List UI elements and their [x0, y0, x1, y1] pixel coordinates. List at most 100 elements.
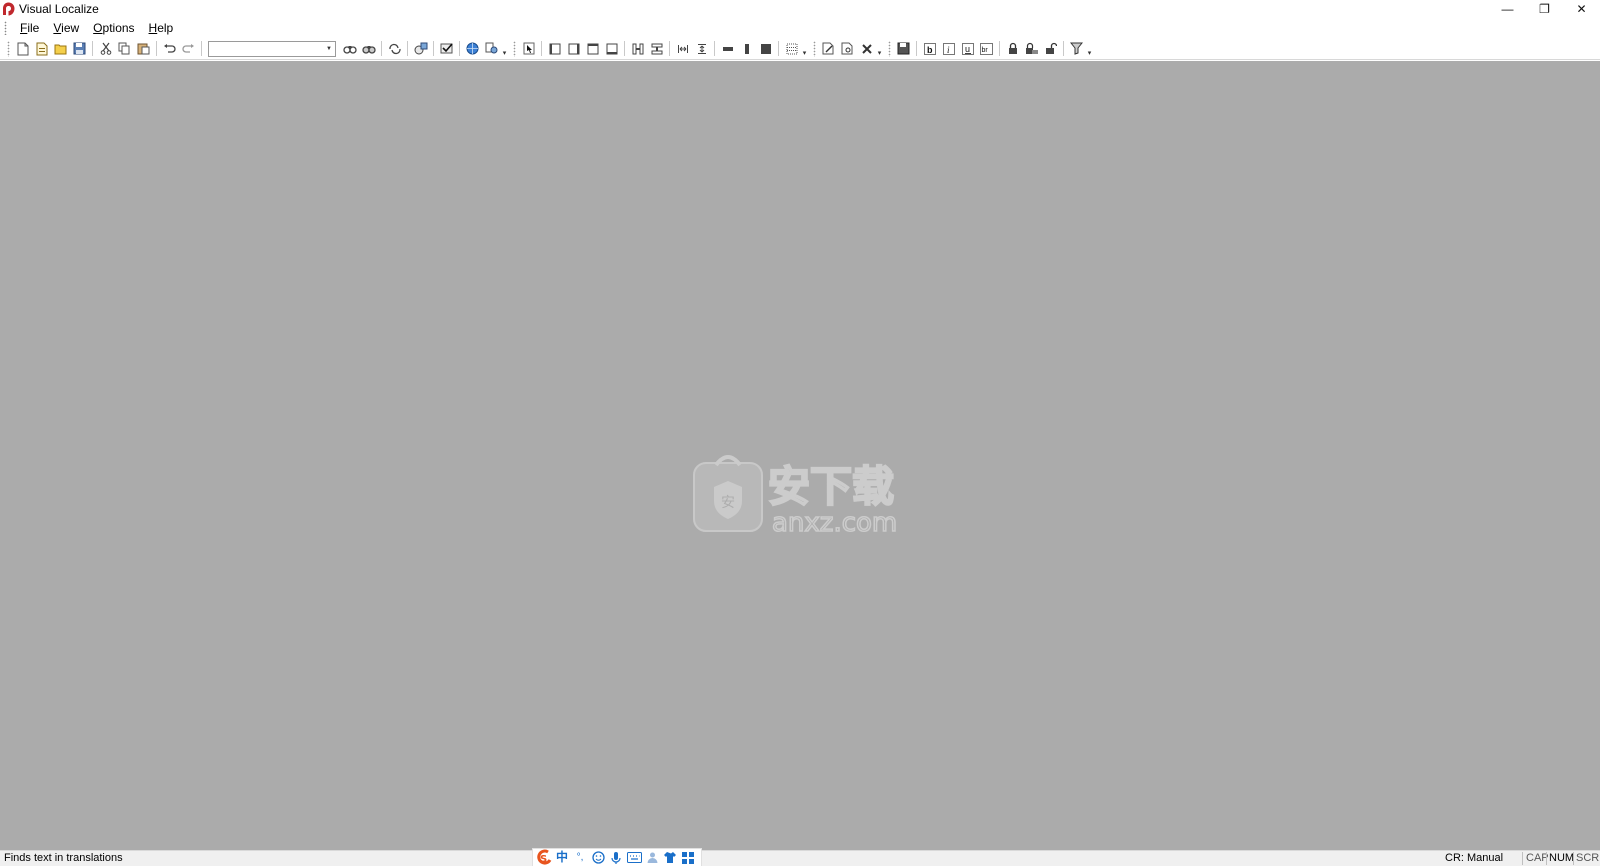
- toolbar-separator: [381, 41, 382, 56]
- same-width-icon[interactable]: [719, 40, 737, 58]
- copy-icon[interactable]: [116, 40, 134, 58]
- workspace-area: 安 安下载 anxz.com: [0, 61, 1600, 850]
- toolbar-overflow-icon[interactable]: ▾: [876, 40, 883, 58]
- toolbar-separator: [778, 41, 779, 56]
- menubar-grip[interactable]: [4, 21, 7, 35]
- ime-toolbar[interactable]: S 中 °,: [532, 848, 702, 866]
- skin-shirt-icon[interactable]: [661, 850, 679, 866]
- title-bar: Visual Localize — ❐ ✕: [0, 0, 1600, 18]
- ime-punctuation-indicator[interactable]: °,: [571, 850, 589, 866]
- toolbar-grip[interactable]: [513, 40, 516, 57]
- chevron-down-icon[interactable]: ▼: [324, 42, 334, 56]
- menu-options-accel: O: [93, 21, 103, 35]
- paste-icon[interactable]: [135, 40, 153, 58]
- unlock-icon[interactable]: [1042, 40, 1060, 58]
- same-size-icon[interactable]: [757, 40, 775, 58]
- underline-icon[interactable]: u: [959, 40, 977, 58]
- menu-file-label: ile: [27, 21, 40, 35]
- toolbar-separator: [407, 41, 408, 56]
- filter-icon[interactable]: [1068, 40, 1086, 58]
- toolbar-separator: [92, 41, 93, 56]
- minimize-button[interactable]: —: [1489, 0, 1526, 18]
- align-left-icon[interactable]: [546, 40, 564, 58]
- ime-logo-icon[interactable]: S: [535, 849, 553, 866]
- toolbar-separator: [669, 41, 670, 56]
- center-vertical-icon[interactable]: [629, 40, 647, 58]
- close-button[interactable]: ✕: [1563, 0, 1600, 18]
- translate-icon[interactable]: [412, 40, 430, 58]
- validate-check-icon[interactable]: [438, 40, 456, 58]
- toolbar-separator: [916, 41, 917, 56]
- open-folder-icon[interactable]: [52, 40, 70, 58]
- lock-icon[interactable]: [1004, 40, 1022, 58]
- app-window: Visual Localize — ❐ ✕ File View Options …: [0, 0, 1600, 866]
- status-cr-mode: CR: Manual: [1445, 852, 1504, 864]
- svg-text:u: u: [965, 44, 970, 54]
- new-file-icon[interactable]: [14, 40, 32, 58]
- undo-icon[interactable]: [161, 40, 179, 58]
- toolbar-grip[interactable]: [813, 40, 816, 57]
- lock-all-icon[interactable]: [1023, 40, 1041, 58]
- dictionary-icon[interactable]: [483, 40, 501, 58]
- grid-icon[interactable]: [783, 40, 801, 58]
- save-all-icon[interactable]: [895, 40, 913, 58]
- redo-icon[interactable]: [180, 40, 198, 58]
- status-pane-divider: [1546, 852, 1547, 865]
- user-icon[interactable]: [643, 850, 661, 866]
- pointer-select-icon[interactable]: [520, 40, 538, 58]
- window-controls: — ❐ ✕: [1489, 0, 1600, 18]
- menu-view-accel: V: [53, 21, 62, 35]
- svg-text:S: S: [540, 854, 547, 865]
- toolbar-separator: [999, 41, 1000, 56]
- find-text-combo[interactable]: ▼: [208, 40, 336, 57]
- toolbar-overflow-icon[interactable]: ▾: [801, 40, 808, 58]
- line-break-icon[interactable]: br: [978, 40, 996, 58]
- cut-icon[interactable]: [97, 40, 115, 58]
- toolbar: ▼ ▾ ▾ ▾ b i u br ▾: [0, 38, 1600, 60]
- italic-icon[interactable]: i: [940, 40, 958, 58]
- emoji-icon[interactable]: [589, 850, 607, 866]
- menu-help-accel: H: [148, 21, 158, 35]
- status-num-lock: NUM: [1549, 852, 1575, 864]
- toolbar-separator: [541, 41, 542, 56]
- edit-document-icon[interactable]: [820, 40, 838, 58]
- web-globe-icon[interactable]: [464, 40, 482, 58]
- keyboard-icon[interactable]: [625, 850, 643, 866]
- toolbar-grip[interactable]: [888, 40, 891, 57]
- status-message: Finds text in translations: [4, 852, 123, 864]
- menu-help[interactable]: Help: [142, 18, 181, 38]
- menu-options[interactable]: Options: [86, 18, 141, 38]
- toolbar-separator: [156, 41, 157, 56]
- svg-text:br: br: [982, 47, 989, 54]
- svg-text:安: 安: [721, 495, 735, 511]
- toolbar-separator: [433, 41, 434, 56]
- toolbar-overflow-icon[interactable]: ▾: [501, 40, 508, 58]
- status-pane-divider: [1573, 852, 1574, 865]
- toolbox-grid-icon[interactable]: [679, 850, 697, 866]
- bold-icon[interactable]: b: [921, 40, 939, 58]
- find-previous-icon[interactable]: [341, 40, 359, 58]
- space-down-icon[interactable]: [693, 40, 711, 58]
- ime-language-indicator[interactable]: 中: [553, 850, 571, 866]
- align-bottom-icon[interactable]: [603, 40, 621, 58]
- replace-icon[interactable]: [386, 40, 404, 58]
- same-height-icon[interactable]: [738, 40, 756, 58]
- toolbar-overflow-icon[interactable]: ▾: [1086, 40, 1093, 58]
- menu-view[interactable]: View: [46, 18, 86, 38]
- microphone-icon[interactable]: [607, 850, 625, 866]
- align-top-icon[interactable]: [584, 40, 602, 58]
- menu-file[interactable]: File: [13, 18, 46, 38]
- toolbar-grip[interactable]: [7, 40, 10, 57]
- restore-button[interactable]: ❐: [1526, 0, 1563, 18]
- delete-icon[interactable]: [858, 40, 876, 58]
- save-icon[interactable]: [71, 40, 89, 58]
- app-logo-icon[interactable]: [2, 2, 15, 16]
- toolbar-separator: [459, 41, 460, 56]
- preview-document-icon[interactable]: [839, 40, 857, 58]
- align-right-icon[interactable]: [565, 40, 583, 58]
- center-horizontal-icon[interactable]: [648, 40, 666, 58]
- find-next-icon[interactable]: [360, 40, 378, 58]
- menu-bar: File View Options Help: [0, 18, 1600, 38]
- space-across-icon[interactable]: [674, 40, 692, 58]
- new-project-icon[interactable]: [33, 40, 51, 58]
